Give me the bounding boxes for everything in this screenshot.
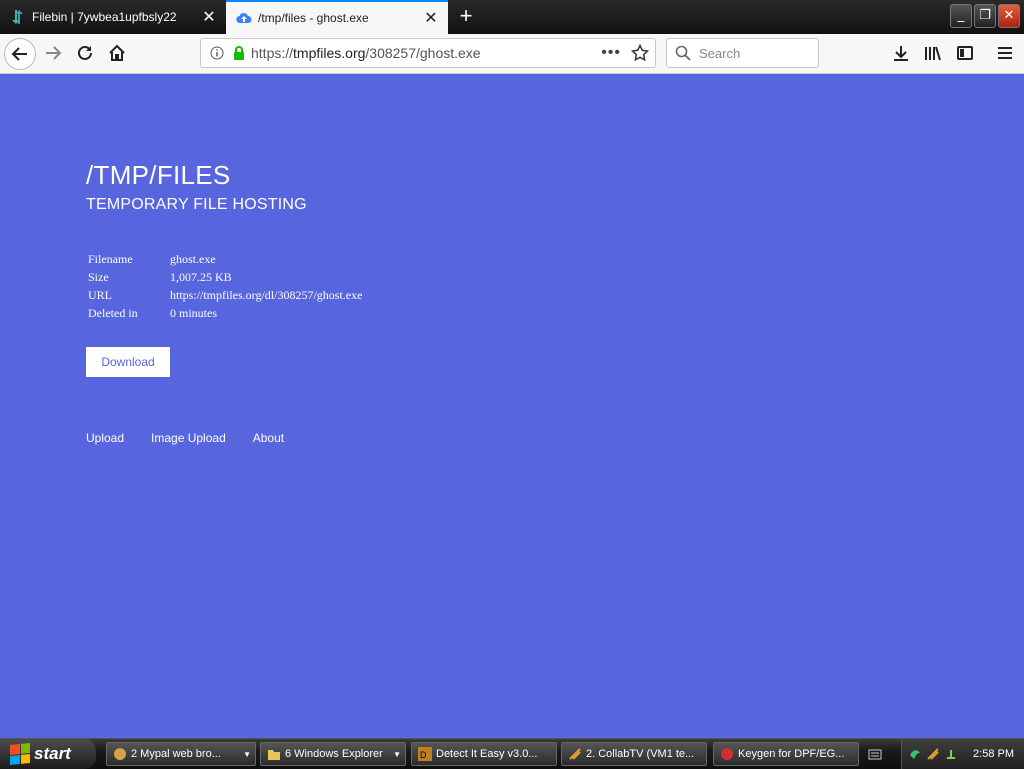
tab-tmpfiles[interactable]: /tmp/files - ghost.exe ✕ bbox=[226, 0, 448, 34]
page-subtitle: TEMPORARY FILE HOSTING bbox=[86, 196, 307, 213]
home-icon[interactable] bbox=[102, 38, 132, 68]
hamburger-menu-icon[interactable] bbox=[990, 38, 1020, 68]
download-button[interactable]: Download bbox=[86, 347, 170, 377]
chevron-down-icon: ▼ bbox=[243, 749, 251, 759]
taskbar-item-keygen[interactable]: Keygen for DPF/EG... bbox=[713, 742, 859, 766]
info-value: 0 minutes bbox=[170, 305, 217, 320]
bookmark-star-icon[interactable] bbox=[631, 44, 649, 62]
tab-filebin[interactable]: Filebin | 7ywbea1upfbsly22 ✕ bbox=[0, 0, 226, 34]
info-icon[interactable] bbox=[209, 45, 225, 61]
restore-icon[interactable]: ❐ bbox=[974, 4, 996, 28]
keyboard-icon[interactable] bbox=[868, 747, 882, 760]
system-tray: 2:58 PM bbox=[901, 739, 1024, 769]
info-key: Deleted in bbox=[88, 305, 138, 320]
mypal-icon bbox=[113, 747, 127, 761]
windows-logo-icon bbox=[10, 742, 30, 766]
svg-text:D: D bbox=[420, 750, 427, 760]
die-icon: D bbox=[418, 747, 432, 761]
table-row: Deleted in 0 minutes bbox=[88, 304, 362, 322]
cloud-upload-icon bbox=[236, 10, 252, 26]
clock[interactable]: 2:58 PM bbox=[973, 748, 1014, 760]
info-value: ghost.exe bbox=[170, 251, 216, 266]
collabtv-icon bbox=[568, 747, 582, 761]
filebin-favicon-icon bbox=[10, 9, 26, 25]
image-upload-link[interactable]: Image Upload bbox=[151, 431, 226, 445]
tray-network-icon[interactable] bbox=[944, 747, 958, 761]
page-header: /TMP/FILES TEMPORARY FILE HOSTING bbox=[86, 160, 307, 214]
forward-arrow-icon[interactable] bbox=[38, 38, 68, 68]
page-title: /TMP/FILES bbox=[86, 160, 231, 190]
lock-icon[interactable] bbox=[231, 45, 247, 61]
new-tab-plus-icon[interactable]: + bbox=[453, 4, 479, 30]
sidebar-toggle-icon[interactable] bbox=[950, 38, 980, 68]
search-input[interactable] bbox=[697, 44, 811, 62]
start-label: start bbox=[34, 744, 71, 763]
folder-icon bbox=[267, 747, 281, 761]
reload-icon[interactable] bbox=[70, 38, 100, 68]
tab-bar: Filebin | 7ywbea1upfbsly22 ✕ /tmp/files … bbox=[0, 0, 1024, 34]
taskbar-item-explorer[interactable]: 6 Windows Explorer ▼ bbox=[260, 742, 406, 766]
info-key: URL bbox=[88, 287, 112, 302]
navigation-toolbar: https://tmpfiles.org/308257/ghost.exe ••… bbox=[0, 34, 1024, 74]
taskbar-item-mypal[interactable]: 2 Mypal web bro... ▼ bbox=[106, 742, 256, 766]
footer-nav: Upload Image Upload About bbox=[86, 431, 284, 445]
taskbar: start 2 Mypal web bro... ▼ 6 Windows Exp… bbox=[0, 738, 1024, 769]
info-key: Filename bbox=[88, 251, 133, 266]
url-bar[interactable]: https://tmpfiles.org/308257/ghost.exe ••… bbox=[200, 38, 656, 68]
about-link[interactable]: About bbox=[253, 431, 284, 445]
file-info-table: Filename ghost.exe Size 1,007.25 KB URL … bbox=[88, 250, 362, 322]
info-key: Size bbox=[88, 269, 109, 284]
page-actions-icon[interactable]: ••• bbox=[601, 44, 621, 62]
upload-link[interactable]: Upload bbox=[86, 431, 124, 445]
downloads-icon[interactable] bbox=[886, 38, 916, 68]
tab-close-icon[interactable]: ✕ bbox=[420, 8, 442, 28]
tray-bird-icon[interactable] bbox=[908, 747, 922, 761]
taskbar-item-collabtv[interactable]: 2. CollabTV (VM1 te... bbox=[561, 742, 707, 766]
search-box[interactable] bbox=[666, 38, 819, 68]
start-button[interactable]: start bbox=[0, 739, 96, 769]
window-controls: _ ❐ ✕ bbox=[950, 4, 1020, 28]
tab-close-icon[interactable]: ✕ bbox=[198, 7, 220, 27]
tray-collab-icon[interactable] bbox=[926, 747, 940, 761]
search-icon bbox=[675, 45, 691, 61]
taskbar-item-detect-it-easy[interactable]: D Detect It Easy v3.0... bbox=[411, 742, 557, 766]
table-row: Filename ghost.exe bbox=[88, 250, 362, 268]
minimize-icon[interactable]: _ bbox=[950, 4, 972, 28]
keygen-icon bbox=[720, 747, 734, 761]
library-icon[interactable] bbox=[918, 38, 948, 68]
table-row: URL https://tmpfiles.org/dl/308257/ghost… bbox=[88, 286, 362, 304]
table-row: Size 1,007.25 KB bbox=[88, 268, 362, 286]
info-value: https://tmpfiles.org/dl/308257/ghost.exe bbox=[170, 287, 363, 302]
tab-title: /tmp/files - ghost.exe bbox=[258, 11, 369, 25]
tab-title: Filebin | 7ywbea1upfbsly22 bbox=[32, 10, 177, 24]
chevron-down-icon: ▼ bbox=[393, 749, 401, 759]
window-close-icon[interactable]: ✕ bbox=[998, 4, 1020, 28]
info-value: 1,007.25 KB bbox=[170, 269, 232, 284]
back-arrow-icon[interactable] bbox=[4, 38, 36, 70]
url-text: https://tmpfiles.org/308257/ghost.exe bbox=[251, 45, 481, 61]
